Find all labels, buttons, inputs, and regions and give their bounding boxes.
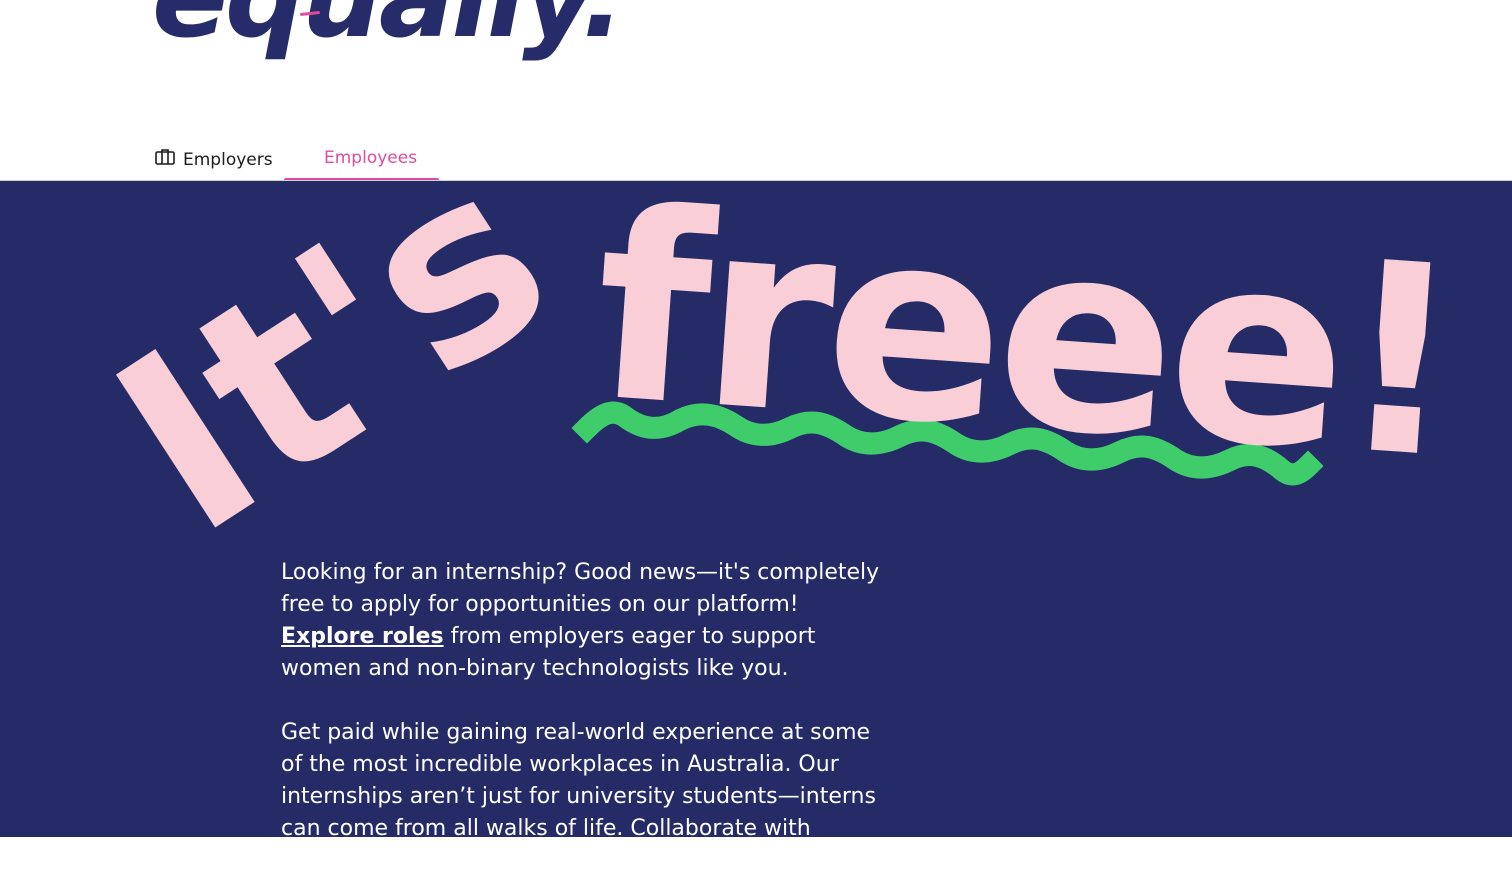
audience-tabs: Employers Employees <box>0 140 1512 182</box>
tab-employers[interactable]: Employers <box>155 148 273 171</box>
tab-employees[interactable]: Employees <box>324 148 417 168</box>
briefcase-icon <box>155 148 175 171</box>
details-paragraph: Get paid while gaining real-world experi… <box>281 720 876 841</box>
hero-copy: Looking for an internship? Good news—it'… <box>281 557 891 877</box>
intro-text: Looking for an internship? Good news—it'… <box>281 560 880 617</box>
equally-logo[interactable]: equally. <box>152 0 624 54</box>
tab-employers-label: Employers <box>183 149 273 170</box>
site-header: equally. Employers Employees <box>0 0 1512 182</box>
explore-roles-link[interactable]: Explore roles <box>281 624 444 649</box>
tab-employees-label: Employees <box>324 148 418 168</box>
intro-paragraph: Looking for an internship? Good news—it'… <box>281 557 891 685</box>
